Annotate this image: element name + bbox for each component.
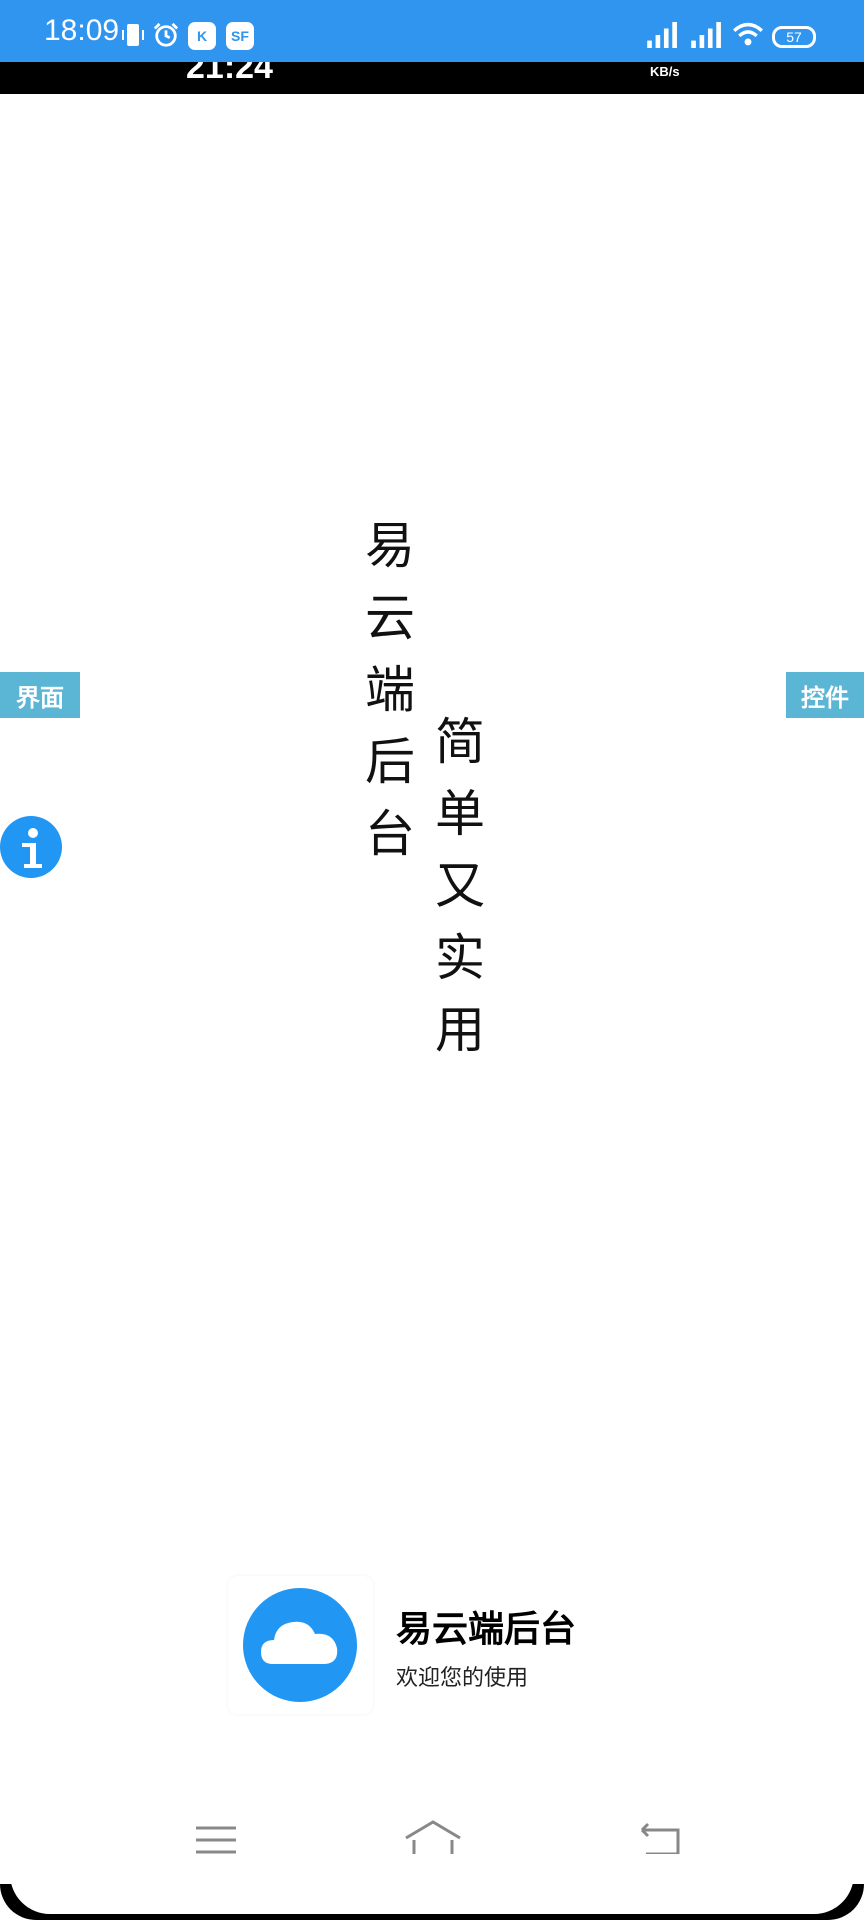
phone-vibrate-icon	[122, 24, 144, 46]
app-logo-circle	[243, 1588, 357, 1702]
screen-bottom-inner	[10, 1854, 854, 1914]
poem-char: 又	[435, 857, 485, 915]
info-icon[interactable]	[0, 816, 62, 878]
welcome-text: 欢迎您的使用	[396, 1666, 529, 1691]
tab-controls[interactable]: 控件	[786, 672, 864, 718]
alarm-clock-icon	[153, 22, 179, 47]
poem-char: 易	[365, 517, 415, 575]
poem-line-1: 易 云 端 后 台	[360, 510, 420, 870]
poem-char: 单	[435, 785, 485, 843]
sf-app-badge-icon: SF	[226, 22, 254, 50]
status-bar: 18:09 K SF 57	[0, 0, 864, 62]
poem-char: 云	[365, 589, 415, 647]
app-name: 易云端后台	[396, 1609, 577, 1650]
status-time: 18:09	[44, 14, 120, 47]
poem-char: 用	[435, 1001, 485, 1059]
screen-bottom-edge	[0, 1854, 864, 1920]
poem-char: 端	[365, 661, 415, 719]
poem-char: 后	[365, 733, 415, 791]
inner-status-time: 21:24	[186, 62, 273, 86]
poem-char: 实	[435, 929, 485, 987]
signal-1-icon	[647, 22, 677, 48]
poem-char: 简	[435, 713, 485, 771]
app-logo	[228, 1576, 373, 1714]
battery-icon: 57	[772, 26, 816, 48]
signal-2-icon	[691, 22, 721, 48]
inner-status-bar: 21:24 KB/s	[0, 62, 864, 94]
tab-interface[interactable]: 界面	[0, 672, 80, 718]
k-app-badge-icon: K	[188, 22, 216, 50]
poem-char: 台	[365, 805, 415, 863]
inner-network-speed: KB/s	[650, 64, 680, 79]
wifi-icon	[732, 22, 764, 46]
poem-line-2: 简 单 又 实 用	[430, 706, 490, 1066]
cloud-icon	[261, 1621, 338, 1664]
